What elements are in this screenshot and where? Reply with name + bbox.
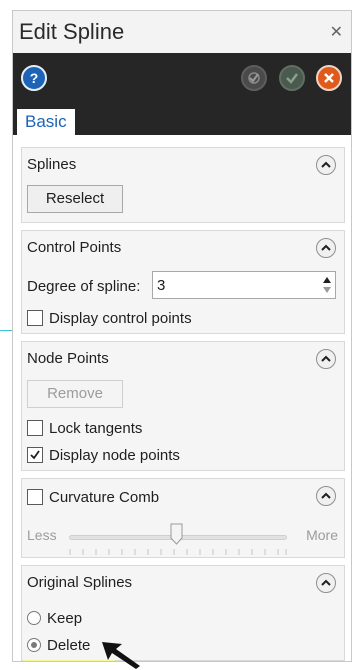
keep-label: Keep [47, 609, 83, 627]
dialog-title: Edit Spline [19, 19, 125, 44]
spin-up-icon[interactable] [322, 275, 332, 285]
section-node-points: Node Points Remove Lock tangents Display… [21, 341, 345, 471]
lock-tangents-checkbox[interactable] [27, 420, 43, 436]
collapse-chevron-up-icon[interactable] [316, 349, 336, 369]
lock-tangents-label: Lock tangents [49, 419, 143, 437]
help-icon[interactable]: ? [21, 65, 47, 91]
curvature-slider-thumb[interactable] [170, 523, 183, 545]
remove-button[interactable]: Remove [27, 380, 123, 408]
delete-radio-row[interactable]: Delete [27, 635, 90, 655]
section-curvature-comb: Curvature Comb Less More [21, 478, 345, 558]
toolbar: ? [13, 53, 351, 105]
delete-radio[interactable] [27, 638, 41, 652]
section-title-original-splines: Original Splines [27, 574, 133, 591]
delete-label: Delete [47, 636, 91, 654]
display-node-points-checkbox[interactable] [27, 447, 43, 463]
ok-check-icon[interactable] [279, 65, 305, 91]
curvature-comb-checkbox[interactable] [27, 489, 43, 505]
section-title-curvature-comb: Curvature Comb [49, 488, 160, 506]
spin-down-icon[interactable] [322, 285, 332, 295]
slider-ticks [69, 549, 287, 555]
lock-tangents-checkbox-row[interactable]: Lock tangents [27, 418, 142, 438]
degree-spinner[interactable]: 3 [152, 271, 336, 299]
edge-guide-line [0, 330, 12, 331]
display-control-points-checkbox[interactable] [27, 310, 43, 326]
display-control-points-label: Display control points [49, 309, 192, 327]
curvature-comb-checkbox-row[interactable]: Curvature Comb [27, 487, 159, 507]
title-bar: Edit Spline ✕ [13, 11, 351, 53]
reselect-button[interactable]: Reselect [27, 185, 123, 213]
section-control-points: Control Points Degree of spline: 3 Displ… [21, 230, 345, 334]
tab-basic[interactable]: Basic [17, 109, 75, 135]
display-control-points-checkbox-row[interactable]: Display control points [27, 308, 192, 328]
collapse-chevron-up-icon[interactable] [316, 573, 336, 593]
pointer-arrow-icon [102, 642, 140, 669]
collapse-chevron-up-icon[interactable] [316, 486, 336, 506]
slider-more-label: More [306, 527, 338, 543]
keep-radio-row[interactable]: Keep [27, 608, 82, 628]
close-icon[interactable]: ✕ [330, 22, 343, 42]
section-title-splines: Splines [27, 156, 77, 173]
collapse-chevron-up-icon[interactable] [316, 155, 336, 175]
degree-value[interactable]: 3 [157, 277, 165, 294]
display-node-points-label: Display node points [49, 446, 180, 464]
display-node-points-checkbox-row[interactable]: Display node points [27, 445, 180, 465]
apply-icon[interactable] [241, 65, 267, 91]
section-title-control-points: Control Points [27, 239, 122, 256]
keep-radio[interactable] [27, 611, 41, 625]
section-splines: Splines Reselect [21, 147, 345, 223]
svg-text:?: ? [30, 70, 39, 86]
dialog-content: Splines Reselect Control Points Degree o… [13, 135, 351, 661]
collapse-chevron-up-icon[interactable] [316, 238, 336, 258]
checkmark-icon [30, 450, 40, 460]
section-title-node-points: Node Points [27, 350, 109, 367]
section-original-splines: Original Splines Keep Delete [21, 565, 345, 661]
tab-strip: Basic [13, 105, 351, 135]
cancel-icon[interactable] [316, 65, 342, 91]
degree-label: Degree of spline: [27, 278, 141, 295]
slider-less-label: Less [27, 527, 57, 543]
edit-spline-dialog: Edit Spline ✕ ? Basic Splines Reselect C… [12, 10, 352, 662]
